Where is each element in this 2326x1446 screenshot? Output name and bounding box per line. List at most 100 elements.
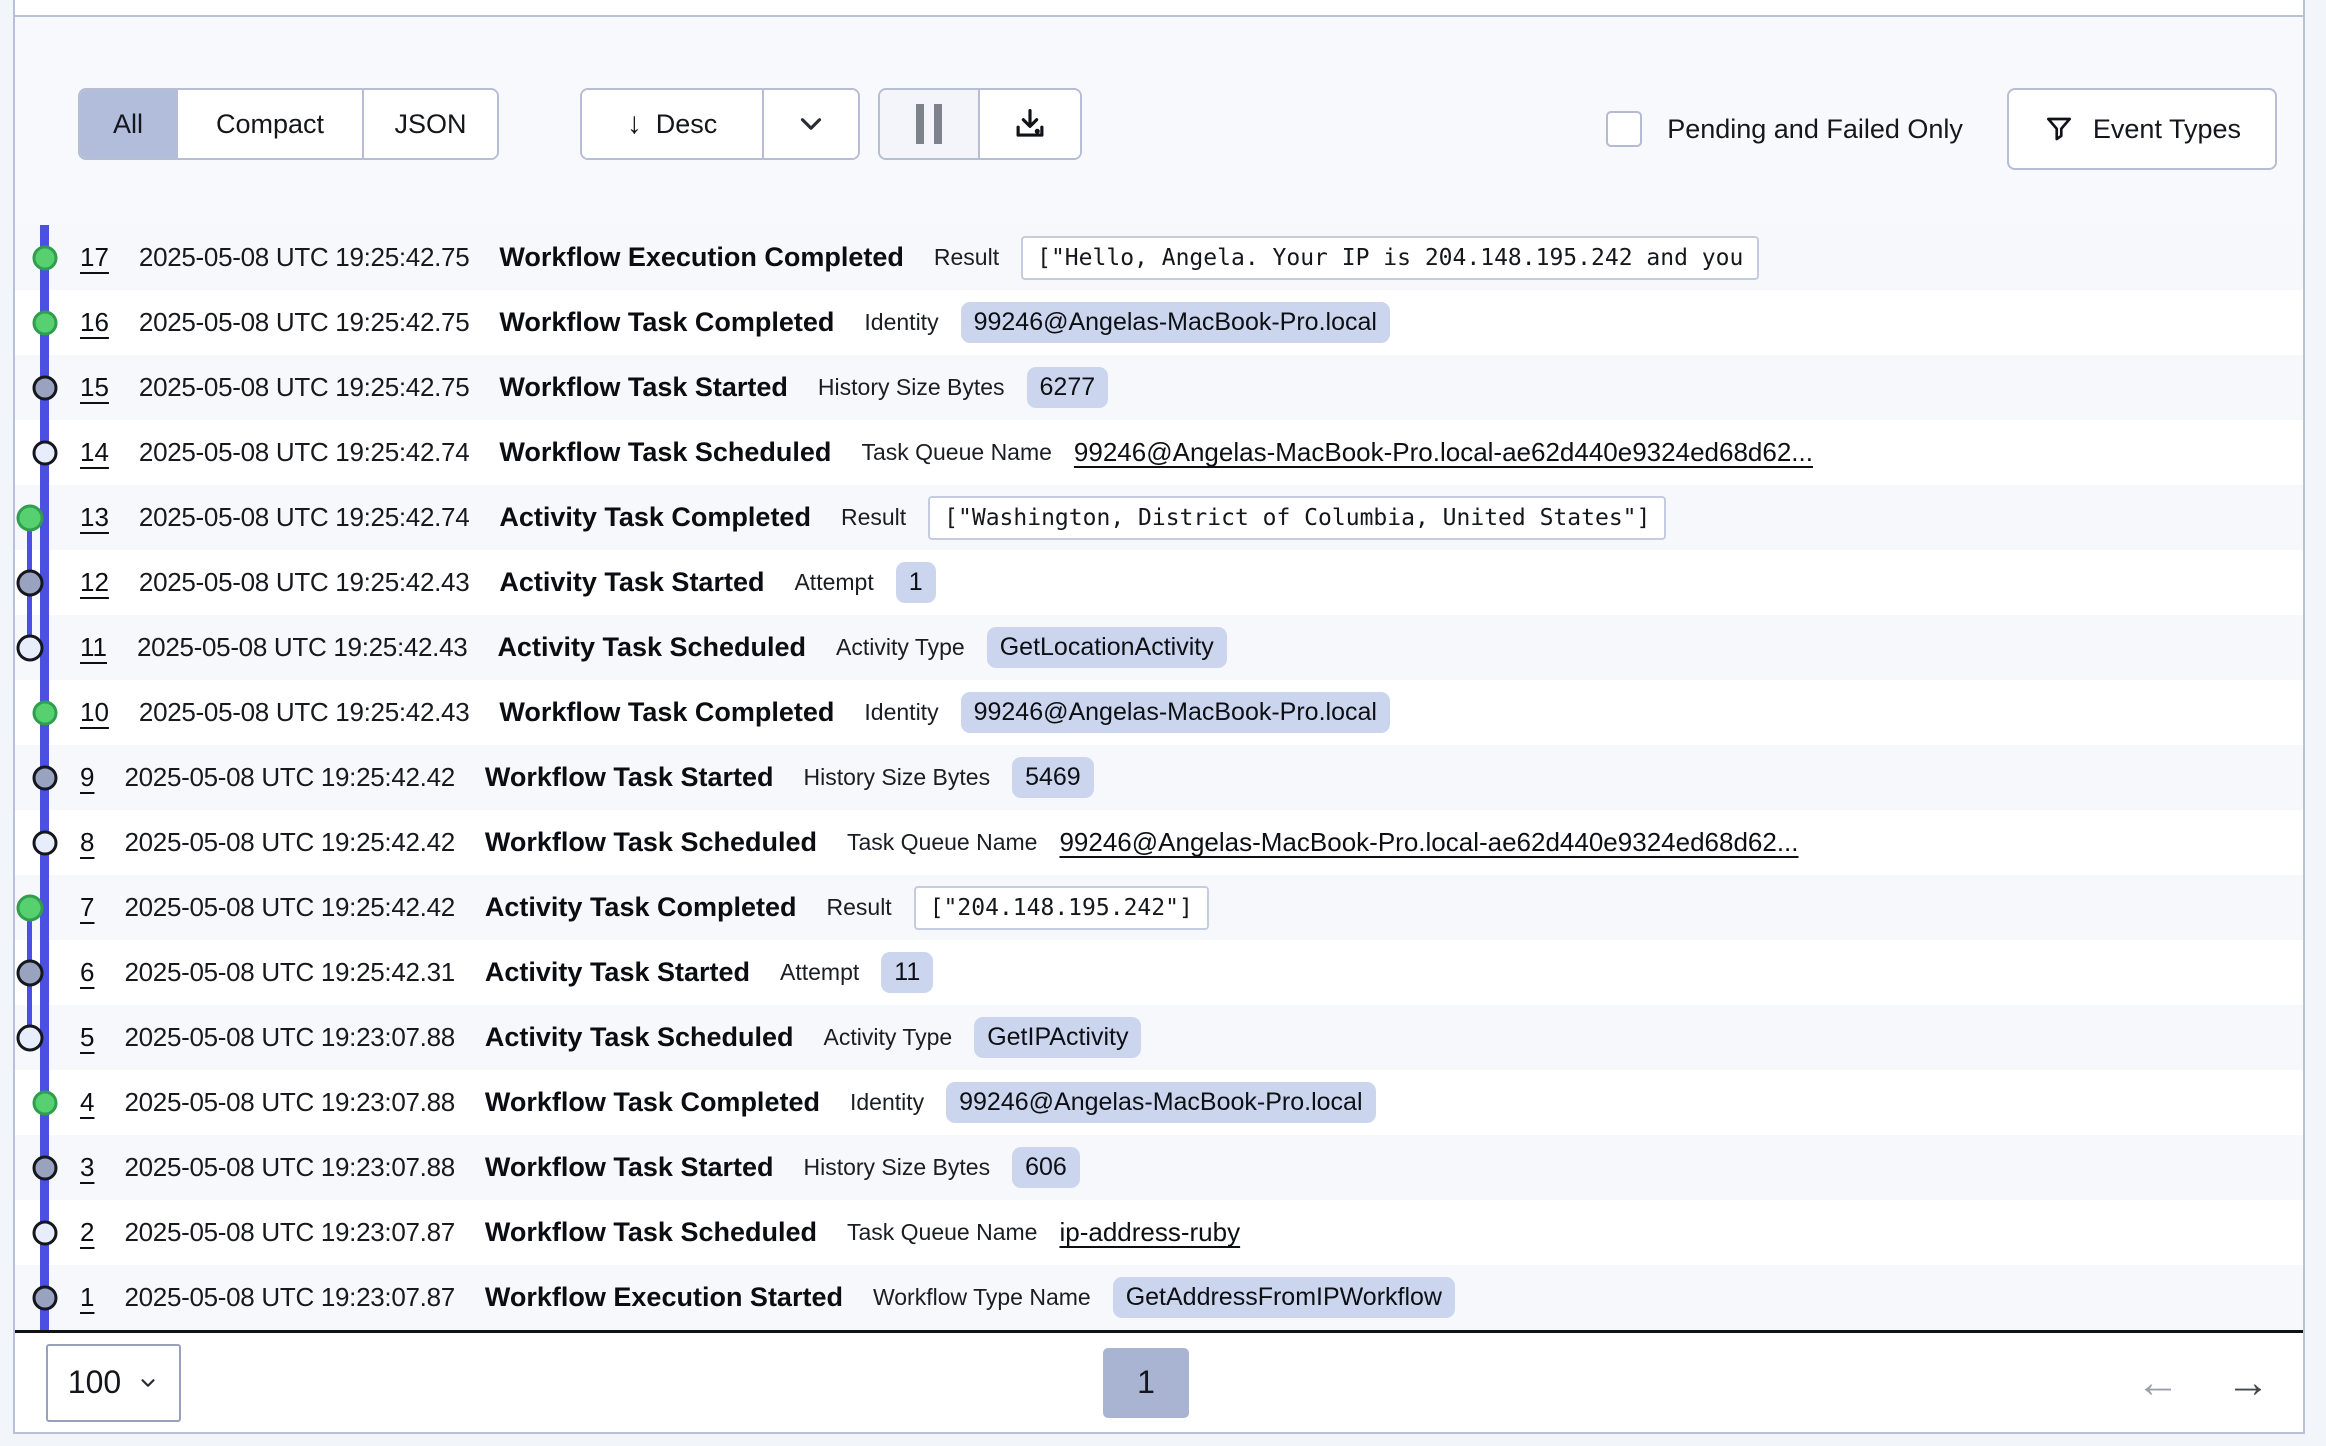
tab-all[interactable]: All — [80, 90, 176, 158]
event-status-marker-started — [32, 765, 57, 790]
panel-top-strip — [15, 0, 2303, 15]
event-name: Activity Task Completed — [499, 502, 811, 533]
event-name: Activity Task Scheduled — [497, 632, 806, 663]
event-detail: Result["204.148.195.242"] — [827, 886, 1209, 930]
event-timestamp: 2025-05-08 UTC 19:25:42.31 — [124, 957, 454, 988]
event-row[interactable]: 11 2025-05-08 UTC 19:25:42.43 Activity Tas… — [15, 615, 2303, 680]
page-size-select[interactable]: 100 — [46, 1344, 181, 1422]
pause-icon — [916, 104, 924, 144]
event-row[interactable]: 22025-05-08 UTC 19:23:07.87Workflow Task… — [15, 1200, 2303, 1265]
event-detail-label: Result — [934, 244, 999, 271]
event-result-code[interactable]: ["Washington, District of Columbia, Unit… — [928, 496, 1666, 540]
event-types-button[interactable]: Event Types — [2007, 88, 2277, 170]
event-id-link[interactable]: 13 — [80, 502, 109, 533]
download-button[interactable] — [978, 90, 1080, 158]
event-row[interactable]: 102025-05-08 UTC 19:25:42.43Workflow Tas… — [15, 680, 2303, 745]
chevron-down-icon — [137, 1372, 159, 1394]
page-number-button[interactable]: 1 — [1103, 1348, 1189, 1418]
event-status-marker-completed — [32, 245, 57, 270]
event-detail: Activity TypeGetIPActivity — [824, 1017, 1142, 1058]
event-id-link[interactable]: 5 — [80, 1022, 94, 1053]
event-row[interactable]: 92025-05-08 UTC 19:25:42.42Workflow Task… — [15, 745, 2303, 810]
event-timestamp: 2025-05-08 UTC 19:23:07.88 — [124, 1087, 454, 1118]
event-detail: Result ["Hello, Angela. Your IP is 204.14… — [934, 236, 1759, 280]
event-result-code[interactable]: ["204.148.195.242"] — [914, 886, 1209, 930]
event-status-marker-scheduled — [32, 1220, 57, 1245]
event-name: Workflow Task Scheduled — [485, 827, 817, 858]
tab-compact[interactable]: Compact — [176, 90, 362, 158]
sort-desc-button[interactable]: ↓ Desc — [582, 90, 762, 158]
task-queue-link[interactable]: 99246@Angelas-MacBook-Pro.local-ae62d440… — [1059, 827, 1798, 858]
event-row[interactable]: 82025-05-08 UTC 19:25:42.42Workflow Task… — [15, 810, 2303, 875]
event-row[interactable]: 72025-05-08 UTC 19:25:42.42Activity Task… — [15, 875, 2303, 940]
event-row[interactable]: 6 2025-05-08 UTC 19:25:42.31 Activity Task… — [15, 940, 2303, 1005]
event-timestamp: 2025-05-08 UTC 19:25:42.75 — [139, 372, 469, 403]
event-id-link[interactable]: 15 — [80, 372, 109, 403]
event-status-marker-scheduled — [32, 440, 57, 465]
event-row[interactable]: 152025-05-08 UTC 19:25:42.75Workflow Tas… — [15, 355, 2303, 420]
event-detail-badge: 11 — [881, 952, 933, 993]
event-timestamp: 2025-05-08 UTC 19:25:42.43 — [137, 632, 467, 663]
event-id-link[interactable]: 12 — [80, 567, 109, 598]
download-icon — [1011, 105, 1049, 143]
pagination-footer: 100 1 ← → — [15, 1333, 2303, 1432]
event-id-link[interactable]: 3 — [80, 1152, 94, 1183]
event-id-link[interactable]: 11 — [80, 632, 107, 663]
event-name: Workflow Task Completed — [499, 307, 834, 338]
event-id-link[interactable]: 10 — [80, 697, 109, 728]
event-name: Activity Task Completed — [485, 892, 797, 923]
next-page-button[interactable]: → — [2226, 1361, 2270, 1405]
event-detail-badge: 99246@Angelas-MacBook-Pro.local — [961, 692, 1390, 733]
previous-page-button[interactable]: ← — [2136, 1361, 2180, 1405]
event-id-link[interactable]: 17 — [80, 242, 109, 273]
event-detail-badge: 6277 — [1027, 367, 1109, 408]
chevron-down-icon — [794, 107, 828, 141]
event-rows: 172025-05-08 UTC 19:25:42.75Workflow Exe… — [15, 225, 2303, 1330]
sort-label: Desc — [656, 109, 718, 140]
event-name: Workflow Execution Started — [485, 1282, 843, 1313]
event-id-link[interactable]: 2 — [80, 1217, 94, 1248]
event-row[interactable]: 142025-05-08 UTC 19:25:42.74Workflow Tas… — [15, 420, 2303, 485]
event-detail: History Size Bytes 6277 — [818, 367, 1108, 408]
event-result-code[interactable]: ["Hello, Angela. Your IP is 204.148.195.… — [1021, 236, 1759, 280]
event-history-list: 172025-05-08 UTC 19:25:42.75Workflow Exe… — [15, 225, 2303, 1330]
event-detail: Identity99246@Angelas-MacBook-Pro.local — [850, 1082, 1376, 1123]
event-detail: Workflow Type NameGetAddressFromIPWorkfl… — [873, 1277, 1455, 1318]
event-history-toolbar: All Compact JSON ↓ Desc Pending an — [15, 17, 2303, 225]
event-id-link[interactable]: 14 — [80, 437, 109, 468]
event-name: Activity Task Started — [485, 957, 750, 988]
event-detail-label: Identity — [850, 1089, 924, 1116]
event-row[interactable]: 132025-05-08 UTC 19:25:42.74Activity Tas… — [15, 485, 2303, 550]
event-row[interactable]: 162025-05-08 UTC 19:25:42.75Workflow Tas… — [15, 290, 2303, 355]
event-detail: Identity99246@Angelas-MacBook-Pro.local — [864, 692, 1390, 733]
event-id-link[interactable]: 6 — [80, 957, 94, 988]
tab-json[interactable]: JSON — [362, 90, 497, 158]
event-name: Workflow Task Started — [485, 762, 774, 793]
event-detail-badge: 5469 — [1012, 757, 1094, 798]
event-name: Workflow Task Scheduled — [485, 1217, 817, 1248]
event-detail-label: History Size Bytes — [818, 374, 1005, 401]
event-detail: Task Queue Name99246@Angelas-MacBook-Pro… — [861, 437, 1813, 468]
event-row[interactable]: 122025-05-08 UTC 19:25:42.43Activity Tas… — [15, 550, 2303, 615]
event-row[interactable]: 12025-05-08 UTC 19:23:07.87Workflow Exec… — [15, 1265, 2303, 1330]
task-queue-link[interactable]: 99246@Angelas-MacBook-Pro.local-ae62d440… — [1074, 437, 1813, 468]
event-id-link[interactable]: 8 — [80, 827, 94, 858]
event-id-link[interactable]: 7 — [80, 892, 94, 923]
event-name: Workflow Task Completed — [485, 1087, 820, 1118]
event-id-link[interactable]: 16 — [80, 307, 109, 338]
event-row[interactable]: 4 2025-05-08 UTC 19:23:07.88 Workflow Task… — [15, 1070, 2303, 1135]
event-status-marker-completed — [32, 700, 57, 725]
event-detail-label: Task Queue Name — [847, 829, 1037, 856]
event-id-link[interactable]: 4 — [80, 1087, 94, 1118]
pause-button[interactable] — [880, 90, 978, 158]
event-row[interactable]: 52025-05-08 UTC 19:23:07.88Activity Task… — [15, 1005, 2303, 1070]
sort-dropdown-button[interactable] — [762, 90, 858, 158]
pending-failed-checkbox[interactable] — [1606, 111, 1642, 147]
event-row[interactable]: 32025-05-08 UTC 19:23:07.88Workflow Task… — [15, 1135, 2303, 1200]
event-history-panel: All Compact JSON ↓ Desc Pending an — [13, 0, 2305, 1434]
event-detail-label: Attempt — [794, 569, 873, 596]
event-id-link[interactable]: 9 — [80, 762, 94, 793]
task-queue-link[interactable]: ip-address-ruby — [1059, 1217, 1240, 1248]
event-row[interactable]: 172025-05-08 UTC 19:25:42.75Workflow Exe… — [15, 225, 2303, 290]
event-id-link[interactable]: 1 — [80, 1282, 94, 1313]
